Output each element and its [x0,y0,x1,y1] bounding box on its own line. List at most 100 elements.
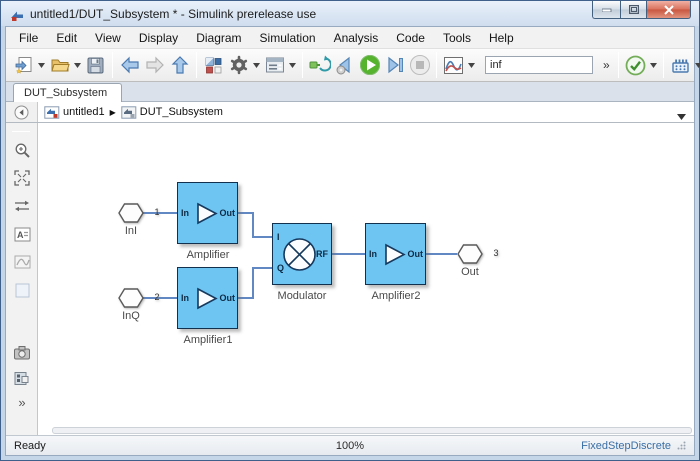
inport-2-label[interactable]: InQ [106,310,156,322]
camera-icon [14,345,30,359]
model-settings-button[interactable] [226,53,251,78]
sample-time-button[interactable] [11,279,33,301]
inport-2[interactable]: 2 [118,288,160,308]
screenshot-button[interactable] [11,341,33,363]
run-button[interactable] [357,53,382,78]
menu-code[interactable]: Code [387,28,434,48]
block-amplifier1-label[interactable]: Amplifier1 [163,334,253,346]
stop-icon [409,55,430,75]
toolbar-separator [662,52,664,78]
palette-overflow-button[interactable]: » [11,391,33,413]
step-back-button[interactable] [332,53,357,78]
update-diagram-dropdown[interactable] [648,53,659,78]
build-dropdown[interactable] [693,53,700,78]
menu-help[interactable]: Help [480,28,523,48]
menu-tools[interactable]: Tools [434,28,480,48]
close-icon [663,4,674,15]
breadcrumb-item-subsystem[interactable]: DUT_Subsystem [121,105,223,119]
breadcrumb-item-model[interactable]: untitled1 [44,105,105,119]
model-browser-button[interactable] [11,367,33,389]
outport-hexagon-icon [457,244,483,264]
forward-button[interactable] [142,53,167,78]
solver-link[interactable]: FixedStepDiscrete [581,440,671,452]
menu-view[interactable]: View [86,28,130,48]
data-inspector-button[interactable] [441,53,466,78]
open-button[interactable] [47,53,72,78]
breadcrumb-back-button[interactable] [6,102,38,122]
menu-edit[interactable]: Edit [47,28,86,48]
outport-3[interactable]: 3 [457,244,499,264]
fit-to-view-button[interactable] [11,167,33,189]
data-inspector-dropdown[interactable] [466,53,477,78]
block-modulator-label[interactable]: Modulator [257,290,347,302]
menu-file[interactable]: File [10,28,47,48]
update-diagram-button[interactable] [623,53,648,78]
gain-triangle-icon [197,202,218,225]
breadcrumb-history-dropdown[interactable] [677,109,686,123]
block-amplifier2[interactable]: In Out [365,223,426,285]
outport-3-label[interactable]: Out [445,266,495,278]
close-button[interactable] [647,1,691,19]
model-settings-dropdown[interactable] [251,53,262,78]
wire-to-modulator-i[interactable] [252,236,272,238]
block-amplifier2-label[interactable]: Amplifier2 [351,290,441,302]
back-button[interactable] [117,53,142,78]
diagram-canvas[interactable]: 1 InI 2 InQ In Out Amplifier In Out Ampl… [38,123,694,435]
menu-diagram[interactable]: Diagram [187,28,250,48]
zoom-button[interactable] [11,139,33,161]
up-to-parent-button[interactable] [167,53,192,78]
menu-analysis[interactable]: Analysis [325,28,388,48]
stop-time-input[interactable] [485,56,593,74]
step-forward-button[interactable] [382,53,407,78]
menu-bar: File Edit View Display Diagram Simulatio… [6,27,694,49]
model-configuration-dropdown[interactable] [287,53,298,78]
minimize-button[interactable] [592,1,620,19]
new-model-dropdown[interactable] [36,53,47,78]
inport-1[interactable]: 1 [118,203,160,223]
block-amplifier[interactable]: In Out [177,182,238,244]
wire-modulator-amplifier2[interactable] [332,253,365,255]
maximize-button[interactable] [620,1,647,19]
zoom-magnifier-icon [15,143,30,158]
wire-amplifier1-up[interactable] [252,267,254,299]
caret-down-icon [694,62,700,68]
title-bar[interactable]: untitled1/DUT_Subsystem * - Simulink pre… [1,1,699,26]
new-model-button[interactable] [11,53,36,78]
simulink-window: untitled1/DUT_Subsystem * - Simulink pre… [0,0,700,461]
menu-simulation[interactable]: Simulation [251,28,325,48]
wire-amplifier2-out[interactable] [426,253,457,255]
run-play-icon [359,55,380,75]
connect-to-target-button[interactable] [307,53,332,78]
amplifier1-out-port: Out [219,293,236,303]
block-amplifier-label[interactable]: Amplifier [163,249,253,261]
annotation-button[interactable]: A [11,223,33,245]
menu-display[interactable]: Display [130,28,187,48]
gear-icon [230,55,247,75]
signal-routing-button[interactable] [11,195,33,217]
mixer-circle-icon [283,238,316,271]
circle-left-arrow-icon [14,105,29,119]
open-folder-icon [50,59,70,72]
open-dropdown[interactable] [72,53,83,78]
stop-button[interactable] [407,53,432,78]
block-modulator[interactable]: I Q RF [272,223,332,285]
build-button[interactable] [668,53,693,78]
toolbar-separator [112,52,113,78]
horizontal-scrollbar[interactable] [52,427,692,434]
toolbar-separator [196,52,197,78]
minimize-icon [601,8,611,12]
svg-text:A: A [17,230,24,240]
amplifier-in-port: In [181,208,189,218]
block-amplifier1[interactable]: In Out [177,267,238,329]
inport-1-label[interactable]: InI [106,225,156,237]
library-browser-button[interactable] [201,53,226,78]
toolbar-overflow-button[interactable]: » [599,58,614,72]
wire-to-modulator-q[interactable] [252,267,272,269]
model-configuration-button[interactable] [262,53,287,78]
wire-amplifier-down[interactable] [252,212,254,238]
signal-viewer-button[interactable] [11,251,33,273]
tab-dut-subsystem[interactable]: DUT_Subsystem [13,83,123,102]
breadcrumb-bar: untitled1 ▶ DUT_Subsystem [6,102,694,123]
save-button[interactable] [83,53,108,78]
palette-separator [12,131,30,132]
